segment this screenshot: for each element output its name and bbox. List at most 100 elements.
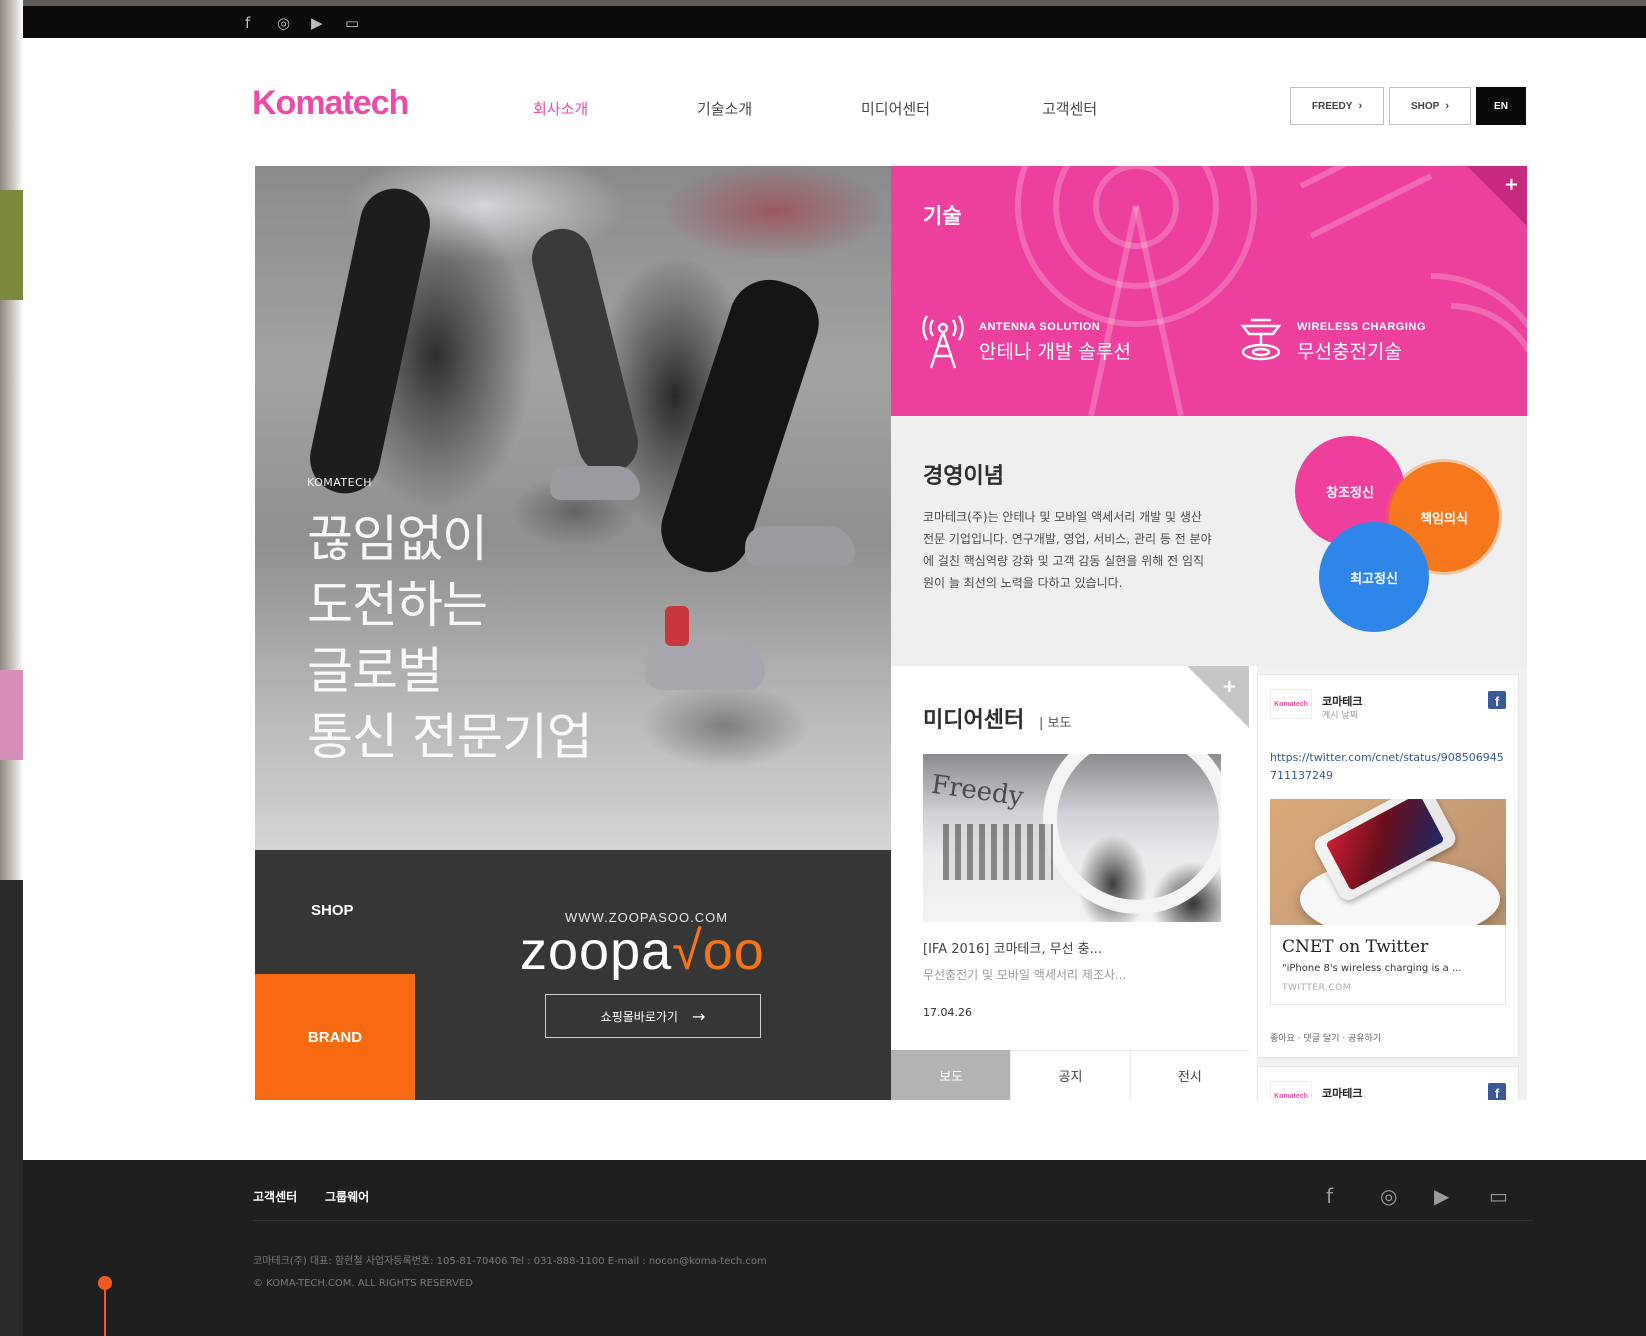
tech-item-text: ANTENNA SOLUTION 안테나 개발 솔루션 [979, 321, 1131, 364]
media-tabs: 보도 공지 전시 [891, 1050, 1249, 1100]
chevron-right-icon: › [1358, 100, 1363, 112]
tech-background-pattern [1015, 166, 1527, 416]
media-subtitle: | 보도 [1039, 716, 1072, 731]
top-social-bar: f ◎ ▶ ▭ [23, 6, 1646, 38]
booth-arch [1043, 754, 1221, 914]
tech-item-text: WIRELESS CHARGING 무선충전기술 [1297, 321, 1426, 364]
tech-item-en: ANTENNA SOLUTION [979, 320, 1101, 333]
runner-leg [525, 222, 645, 480]
shop-panel: SHOP BRAND WWW.ZOOPASOO.COM zoopa√oo 쇼핑몰… [255, 850, 891, 1100]
footer-link-groupware[interactable]: 그룹웨어 [325, 1188, 369, 1205]
media-headline[interactable]: [IFA 2016] 코마테크, 무선 충... [923, 938, 1102, 957]
booth-sign: Freedy [929, 769, 1026, 813]
shop-tab[interactable]: SHOP [311, 902, 354, 919]
plus-icon[interactable]: + [1504, 174, 1519, 195]
avatar[interactable]: Komatech [1270, 1081, 1312, 1100]
value-circle-excellence: 최고정신 [1319, 522, 1429, 632]
logo[interactable]: Komatech [252, 84, 409, 123]
tab-notice[interactable]: 공지 [1010, 1050, 1130, 1100]
tech-item-wireless[interactable]: WIRELESS CHARGING 무선충전기술 [1239, 314, 1426, 370]
post-author[interactable]: 코마테크 [1322, 693, 1362, 709]
shop-button[interactable]: SHOP › [1389, 87, 1471, 125]
brand-tab[interactable]: BRAND [255, 974, 415, 1100]
facebook-icon[interactable]: f [1488, 1083, 1506, 1100]
philosophy-title: 경영이념 [923, 464, 1004, 489]
runner-shoe [550, 466, 640, 500]
avatar[interactable]: Komatech [1270, 689, 1312, 719]
tab-press[interactable]: 보도 [891, 1050, 1011, 1100]
philosophy-panel: 경영이념 코마테크(주)는 안테나 및 모바일 액세서리 개발 및 생산 전문 … [891, 416, 1527, 666]
frame-strip [0, 190, 23, 300]
chat-icon[interactable]: ▭ [345, 14, 359, 32]
footer-divider [253, 1220, 1533, 1221]
freedy-button[interactable]: FREEDY › [1290, 87, 1384, 125]
tech-item-en: WIRELESS CHARGING [1297, 320, 1426, 333]
feed-post: Komatech 코마테크 게시 날짜 f https://twitter.co… [1257, 674, 1519, 1058]
philosophy-body: 코마테크(주)는 안테나 및 모바일 액세서리 개발 및 생산 전문 기업입니다… [923, 510, 1212, 590]
monitor-frame-left [0, 0, 23, 1336]
go-to-shop-label: 쇼핑몰바로가기 [600, 1009, 678, 1024]
tech-item-antenna[interactable]: ANTENNA SOLUTION 안테나 개발 솔루션 [921, 314, 1131, 370]
tab-exhibition[interactable]: 전시 [1129, 1050, 1249, 1100]
hero-banner: KOMATECH 끊임없이 도전하는 글로벌 통신 전문기업 [255, 166, 891, 850]
youtube-icon[interactable]: ▶ [311, 14, 323, 32]
post-image[interactable] [1270, 799, 1506, 925]
media-photo[interactable]: Freedy [923, 754, 1221, 922]
youtube-icon[interactable]: ▶ [1434, 1184, 1449, 1208]
social-feed: Komatech 코마테크 게시 날짜 f https://twitter.co… [1257, 666, 1527, 1100]
copyright: © KOMA-TECH.COM. ALL RIGHTS RESERVED [253, 1278, 473, 1289]
tech-item-ko: 무선충전기술 [1297, 340, 1402, 363]
chevron-right-icon: › [1445, 100, 1449, 112]
chat-icon[interactable]: ▭ [1489, 1184, 1508, 1208]
nav-company[interactable]: 회사소개 [533, 98, 588, 119]
location-pin-icon [98, 1276, 112, 1290]
nav-media-center[interactable]: 미디어센터 [861, 98, 930, 119]
card-text: "iPhone 8's wireless charging is a ... [1282, 963, 1462, 974]
technology-panel: 기술 + ANTENNA SOLUTION 안테나 개발 솔루션 WIRELES… [891, 166, 1527, 416]
media-title: 미디어센터 [923, 708, 1025, 733]
go-to-shop-button[interactable]: 쇼핑몰바로가기 → [545, 994, 761, 1038]
shop-button-label: SHOP [1410, 100, 1440, 112]
runner-leg [303, 182, 437, 500]
media-center-panel: + 미디어센터 | 보도 Freedy [IFA 2016] 코마테크, 무선 … [891, 666, 1249, 1100]
runner-shoe [745, 526, 855, 566]
media-more-corner[interactable] [1187, 666, 1249, 728]
shop-brand-accent: √oo [672, 921, 765, 981]
facebook-icon[interactable]: f [1326, 1184, 1333, 1208]
arrow-right-icon: → [691, 1006, 706, 1026]
instagram-icon[interactable]: ◎ [277, 14, 290, 32]
frame-strip [0, 880, 23, 1336]
shop-brand-text: zoopa [520, 921, 673, 981]
card-source: TWITTER.COM [1282, 983, 1352, 993]
plus-icon[interactable]: + [1222, 676, 1237, 697]
facebook-icon[interactable]: f [245, 14, 250, 32]
tech-title: 기술 [923, 204, 962, 228]
post-author[interactable]: 코마테크 [1322, 1085, 1362, 1100]
antenna-icon [922, 315, 964, 369]
freedy-button-label: FREEDY [1311, 100, 1353, 112]
nav-customer-center[interactable]: 고객센터 [1042, 98, 1097, 119]
tech-item-ko: 안테나 개발 솔루션 [979, 340, 1131, 363]
footer: 고객센터 그룹웨어 f ◎ ▶ ▭ 코마테크(주) 대표: 함현철 사업자등록번… [23, 1160, 1646, 1336]
facebook-icon[interactable]: f [1488, 691, 1506, 709]
post-actions[interactable]: 좋아요 · 댓글 달기 · 공유하기 [1270, 1031, 1381, 1044]
runner-sock [665, 606, 689, 646]
wireless-charging-icon [1240, 318, 1282, 361]
location-pin-line [104, 1290, 106, 1336]
hero-headline: 끊임없이 도전하는 글로벌 통신 전문기업 [307, 510, 593, 766]
instagram-icon[interactable]: ◎ [1380, 1184, 1397, 1208]
language-en-button[interactable]: EN [1476, 87, 1526, 125]
shop-brand-logo: zoopa√oo [520, 920, 765, 982]
footer-link-customer-center[interactable]: 고객센터 [253, 1188, 297, 1205]
media-description: 무선충전기 및 모바일 액세서리 제조사... [923, 968, 1127, 982]
runner-shoe [645, 636, 765, 690]
booth-shelf [943, 824, 1053, 880]
company-info: 코마테크(주) 대표: 함현철 사업자등록번호: 105-81-70406 Te… [253, 1256, 767, 1267]
post-date: 게시 날짜 [1322, 711, 1358, 721]
hero-kicker: KOMATECH [307, 476, 373, 489]
nav-technology[interactable]: 기술소개 [697, 98, 752, 119]
feed-post: Komatech 코마테크 f [1257, 1066, 1519, 1100]
post-link[interactable]: https://twitter.com/cnet/status/90850694… [1270, 749, 1506, 785]
frame-strip [0, 670, 23, 760]
card-title: CNET on Twitter [1282, 937, 1429, 957]
